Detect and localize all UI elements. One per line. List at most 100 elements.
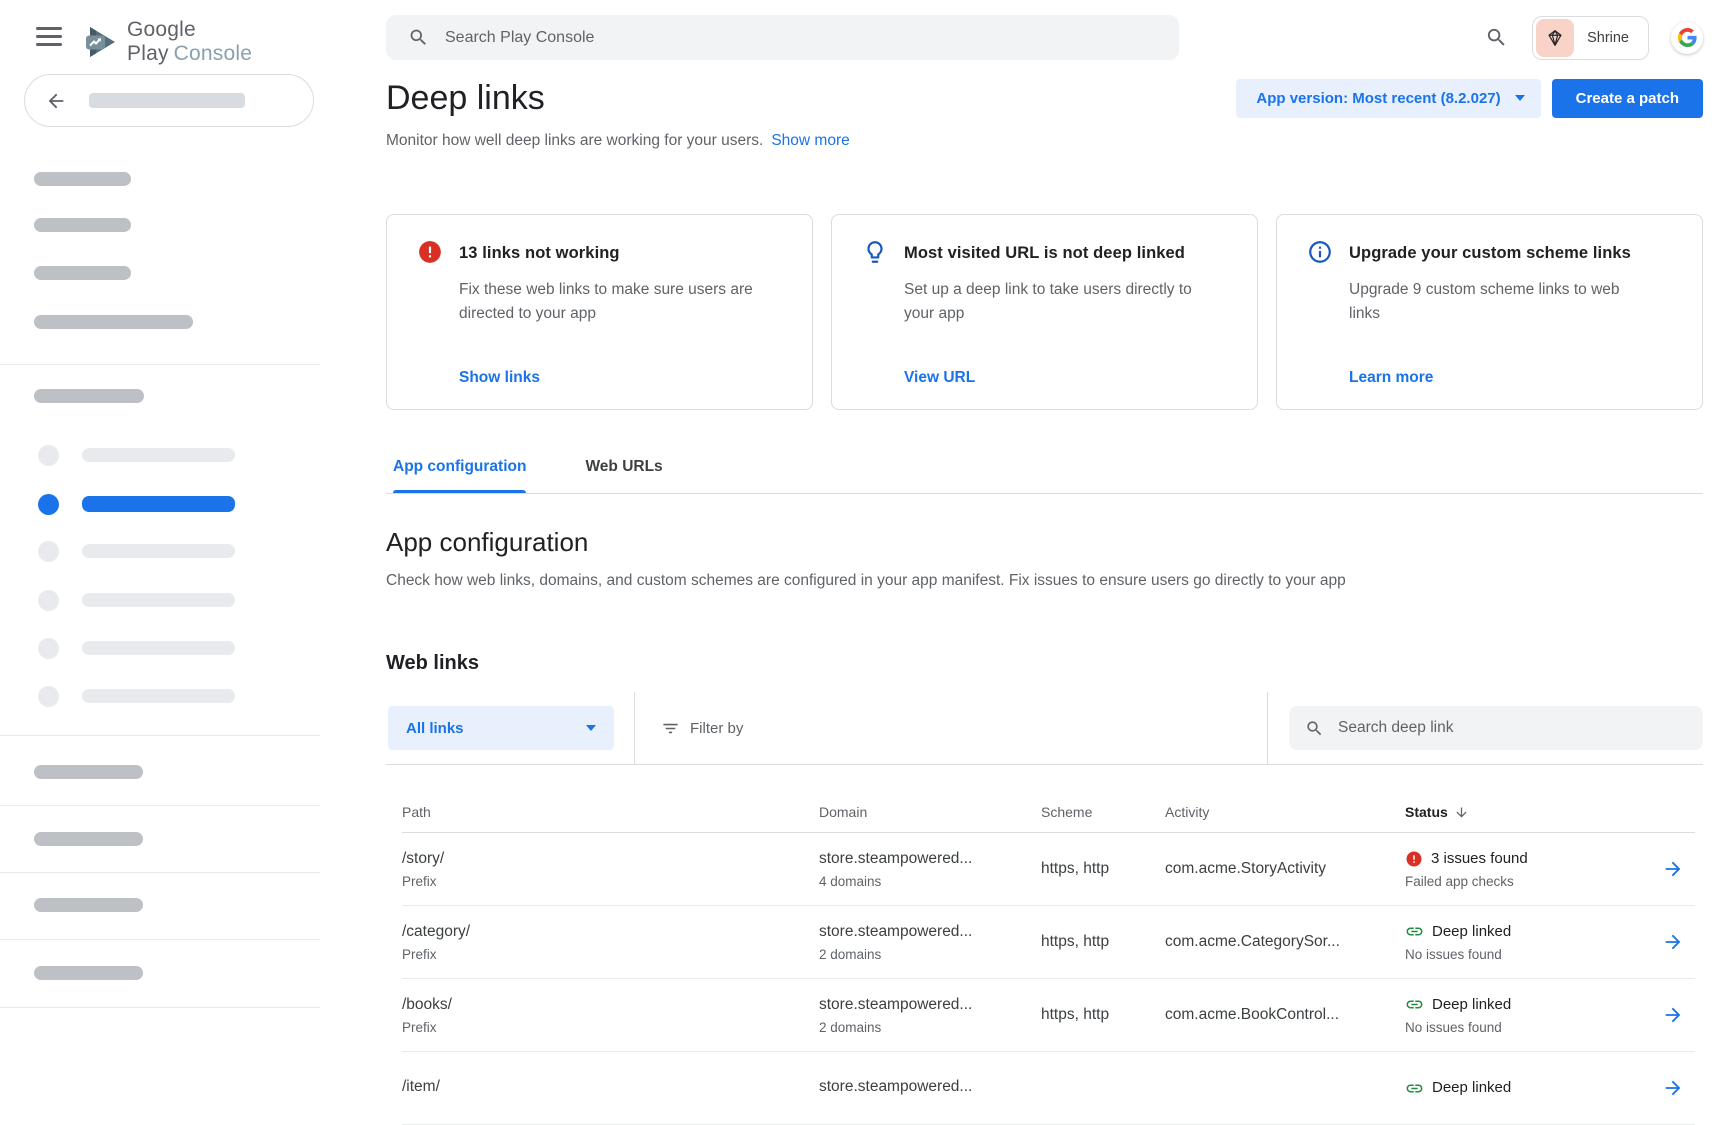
column-header-domain[interactable]: Domain — [819, 804, 1041, 820]
sidebar-section-skeleton-bar — [34, 389, 144, 403]
global-search-field[interactable] — [386, 15, 1179, 60]
status-value: Deep linked — [1432, 1077, 1511, 1099]
row-detail-arrow-icon[interactable] — [1662, 858, 1684, 880]
scheme-value: https, http — [1041, 931, 1165, 953]
insight-cards: 13 links not working Fix these web links… — [386, 214, 1703, 410]
sidebar-skeleton-bar — [34, 218, 131, 232]
row-detail-arrow-icon[interactable] — [1662, 1077, 1684, 1099]
status-value: Deep linked — [1432, 994, 1511, 1016]
global-search-input[interactable] — [445, 29, 1045, 47]
section-description: Check how web links, domains, and custom… — [386, 570, 1703, 592]
section-title: App configuration — [386, 526, 1703, 558]
view-url-link[interactable]: View URL — [904, 369, 1233, 387]
deep-link-search-field[interactable] — [1289, 706, 1703, 750]
create-patch-button[interactable]: Create a patch — [1552, 79, 1703, 118]
main-content: Shrine Deep links App version: Most rece… — [320, 0, 1728, 1080]
show-more-link[interactable]: Show more — [771, 132, 849, 149]
column-header-status-label: Status — [1405, 804, 1448, 820]
deep-link-search-input[interactable] — [1338, 719, 1668, 737]
sidebar-divider — [0, 872, 320, 873]
domain-value: store.steampowered... — [819, 1076, 1041, 1098]
sidebar-divider — [0, 939, 320, 940]
back-arrow-icon[interactable] — [45, 90, 67, 112]
path-type: Prefix — [402, 1019, 819, 1037]
filter-icon — [661, 719, 680, 738]
chevron-down-icon — [1515, 95, 1525, 101]
path-type: Prefix — [402, 946, 819, 964]
column-header-path[interactable]: Path — [402, 804, 819, 820]
filter-by-label: Filter by — [690, 720, 743, 737]
menu-icon[interactable] — [36, 27, 62, 47]
search-icon — [408, 27, 429, 48]
links-filter-dropdown[interactable]: All links — [388, 706, 614, 750]
play-console-logo-icon — [82, 24, 118, 60]
scheme-value: https, http — [1041, 858, 1165, 880]
column-header-activity[interactable]: Activity — [1165, 804, 1405, 820]
row-detail-arrow-icon[interactable] — [1662, 931, 1684, 953]
sidebar-skeleton-bar — [34, 172, 131, 186]
app-switcher-label: Shrine — [1587, 30, 1629, 46]
search-icon — [1305, 719, 1324, 738]
card-most-visited-url: Most visited URL is not deep linked Set … — [831, 214, 1258, 410]
sidebar-section-skeleton-bar — [34, 898, 143, 912]
links-filter-value: All links — [406, 720, 464, 737]
google-logo-icon — [1678, 28, 1697, 47]
filter-by-button[interactable]: Filter by — [661, 719, 743, 738]
page-header: Deep links App version: Most recent (8.2… — [386, 76, 1703, 120]
path-value: /item/ — [402, 1076, 819, 1098]
sidebar-skeleton-bar — [89, 93, 245, 108]
link-icon — [1405, 922, 1424, 941]
sort-descending-icon[interactable] — [1454, 805, 1469, 820]
app-switcher[interactable]: Shrine — [1532, 16, 1649, 60]
row-detail-arrow-icon[interactable] — [1662, 1004, 1684, 1026]
play-console-logo[interactable]: Google PlayConsole — [82, 18, 320, 66]
sidebar-nav-item-active[interactable] — [0, 487, 320, 521]
domain-value: store.steampowered... — [819, 994, 1041, 1016]
table-row[interactable]: /item/ store.steampowered... Deep linked — [402, 1052, 1695, 1125]
card-text: Set up a deep link to take users directl… — [904, 278, 1204, 326]
sidebar-nav-item[interactable] — [0, 583, 320, 617]
topbar-right: Shrine — [1485, 15, 1703, 60]
learn-more-link[interactable]: Learn more — [1349, 369, 1678, 387]
activity-value: com.acme.StoryActivity — [1165, 858, 1405, 880]
page-subtitle: Monitor how well deep links are working … — [386, 130, 1703, 152]
sidebar-divider — [0, 364, 320, 365]
sidebar-skeleton-bar — [34, 266, 131, 280]
card-title: Most visited URL is not deep linked — [904, 240, 1233, 266]
chevron-down-icon — [586, 725, 596, 731]
sidebar-nav-item[interactable] — [0, 679, 320, 713]
sidebar-divider — [0, 1007, 320, 1008]
activity-value: com.acme.CategorySor... — [1165, 931, 1405, 953]
card-links-not-working: 13 links not working Fix these web links… — [386, 214, 813, 410]
sidebar-nav-item[interactable] — [0, 631, 320, 665]
table-row[interactable]: /category/Prefix store.steampowered...2 … — [402, 906, 1695, 979]
show-links-link[interactable]: Show links — [459, 369, 788, 387]
app-version-dropdown[interactable]: App version: Most recent (8.2.027) — [1236, 79, 1540, 118]
sidebar-nav-item[interactable] — [0, 534, 320, 568]
table-row[interactable]: /story/Prefix store.steampowered...4 dom… — [402, 833, 1695, 906]
sidebar-skeleton-bar — [34, 315, 193, 329]
google-account-avatar[interactable] — [1671, 22, 1703, 54]
column-header-status[interactable]: Status — [1405, 804, 1650, 820]
column-header-scheme[interactable]: Scheme — [1041, 804, 1165, 820]
sidebar-nav-item[interactable] — [0, 438, 320, 472]
tab-web-urls[interactable]: Web URLs — [585, 458, 662, 493]
toolbar-divider — [1267, 692, 1268, 764]
shrine-app-icon — [1536, 19, 1574, 57]
table-row[interactable]: /books/Prefix store.steampowered...2 dom… — [402, 979, 1695, 1052]
error-icon — [1405, 850, 1423, 868]
topbar: Shrine — [386, 0, 1703, 60]
error-icon — [417, 239, 443, 387]
status-value: 3 issues found — [1431, 848, 1528, 870]
lightbulb-icon — [862, 239, 888, 387]
tab-app-configuration[interactable]: App configuration — [393, 458, 526, 493]
link-icon — [1405, 1079, 1424, 1098]
web-links-title: Web links — [386, 650, 1703, 676]
domain-count: 2 domains — [819, 1019, 1041, 1037]
web-links-toolbar: All links Filter by — [386, 692, 1703, 765]
status-detail: No issues found — [1405, 946, 1650, 964]
domain-count: 4 domains — [819, 873, 1041, 891]
card-upgrade-scheme-links: Upgrade your custom scheme links Upgrade… — [1276, 214, 1703, 410]
search-icon[interactable] — [1485, 26, 1508, 49]
back-navigation[interactable] — [24, 74, 314, 127]
